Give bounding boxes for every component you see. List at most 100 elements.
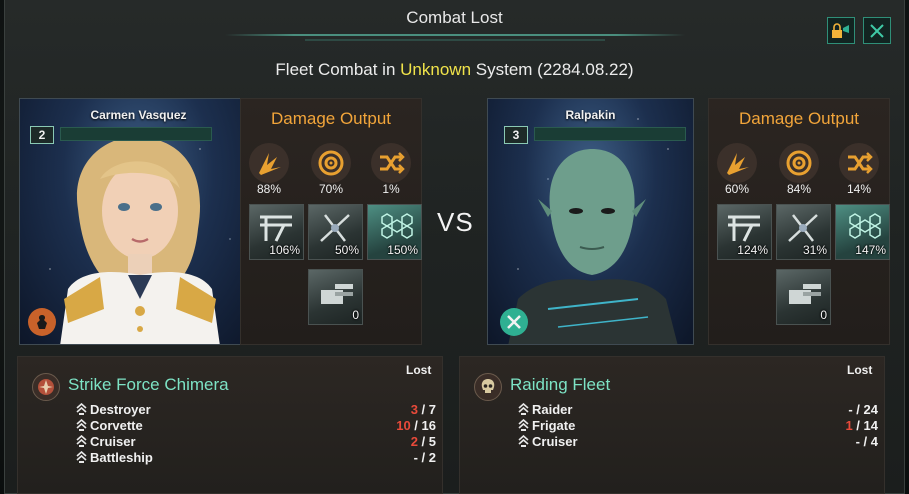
- lost-column-header: Lost: [406, 363, 432, 377]
- kinetic-weapon-tile[interactable]: 124%: [717, 204, 772, 260]
- ship-row: Cruiser 2 / 5: [76, 434, 436, 450]
- ship-loss-count: - / 2: [414, 450, 436, 465]
- fleet-name[interactable]: Raiding Fleet: [510, 375, 610, 395]
- turret-tile[interactable]: 0: [308, 269, 363, 325]
- subtitle-suffix: System (2284.08.22): [471, 60, 634, 79]
- kinetic-weapon-icon: [260, 215, 292, 242]
- kinetic-weapon-tile[interactable]: 106%: [249, 204, 304, 260]
- ship-class-name: Battleship: [90, 450, 153, 465]
- fleet-name[interactable]: Strike Force Chimera: [68, 375, 229, 395]
- right-xp-bar: [534, 127, 686, 141]
- close-icon: [870, 23, 884, 38]
- rank-chevron-icon: [518, 403, 529, 415]
- energy-weapon-tile[interactable]: 31%: [776, 204, 831, 260]
- ships-total: 14: [863, 418, 878, 433]
- ships-lost: 10: [396, 418, 411, 433]
- ships-lost: 2: [410, 434, 418, 449]
- hex-shield-pct: 150%: [387, 243, 418, 257]
- ship-row: Destroyer 3 / 7: [76, 402, 436, 418]
- ships-total: 5: [428, 434, 436, 449]
- close-button[interactable]: [863, 17, 891, 44]
- camera-lock-button[interactable]: [827, 17, 855, 44]
- turret-value: 0: [352, 308, 359, 322]
- ship-loss-count: 3 / 7: [411, 402, 436, 417]
- ship-loss-count: 10 / 16: [396, 418, 436, 433]
- system-name: Unknown: [400, 60, 472, 79]
- versus-label: VS: [437, 207, 474, 237]
- subtitle-prefix: Fleet Combat in: [275, 60, 401, 79]
- ships-total: 16: [421, 418, 436, 433]
- title-notch: [305, 36, 605, 41]
- turret-tile[interactable]: 0: [776, 269, 831, 325]
- ship-row: Battleship - / 2: [76, 450, 436, 466]
- left-damage-output-panel: Damage Output 88% 70% 1% 106% 50% 150% 0: [240, 98, 422, 345]
- ship-row: Frigate 1 / 14: [518, 418, 878, 434]
- damage-output-title: Damage Output: [270, 109, 391, 128]
- ships-total: 7: [428, 402, 436, 417]
- count-separator: /: [417, 434, 429, 449]
- ships-lost: 3: [410, 402, 418, 417]
- left-xp-bar: [60, 127, 212, 141]
- ships-total: 2: [428, 450, 436, 465]
- hex-shield-pct: 147%: [855, 243, 886, 257]
- shuffle-pct: 14%: [846, 182, 872, 196]
- right-leader-name: Ralpakin: [565, 108, 616, 122]
- hex-shield-tile[interactable]: 147%: [835, 204, 890, 260]
- crossed-swords-icon[interactable]: [500, 308, 528, 336]
- shuffle-icon[interactable]: [839, 143, 879, 183]
- target-pct: 84%: [786, 182, 812, 196]
- combat-result-window: Combat Lost Fleet Combat in Unknown Syst…: [4, 0, 905, 494]
- combat-subtitle: Fleet Combat in Unknown System (2284.08.…: [5, 60, 904, 80]
- ship-class-name: Corvette: [90, 418, 143, 433]
- window-title: Combat Lost: [406, 8, 503, 27]
- count-separator: /: [417, 402, 429, 417]
- ship-loss-count: 1 / 14: [845, 418, 878, 433]
- rank-chevron-icon: [76, 419, 87, 431]
- ship-class-name: Raider: [532, 402, 573, 417]
- explosion-icon[interactable]: [717, 143, 757, 183]
- target-pct: 70%: [318, 182, 344, 196]
- right-leader-portrait[interactable]: Ralpakin 3: [487, 98, 694, 345]
- ship-class-name: Cruiser: [90, 434, 136, 449]
- agent-trait-icon[interactable]: [28, 308, 56, 336]
- right-leader-level: 3: [504, 126, 528, 144]
- shuffle-icon[interactable]: [371, 143, 411, 183]
- count-separator: /: [859, 434, 871, 449]
- ship-class-name: Frigate: [532, 418, 576, 433]
- energy-weapon-icon: [320, 214, 350, 242]
- right-fleet-panel: Lost Raiding Fleet Raider - / 24 Frigate 1 …: [459, 356, 885, 494]
- hex-shield-tile[interactable]: 150%: [367, 204, 422, 260]
- skull-emblem-icon: [474, 373, 502, 401]
- turret-icon: [321, 284, 353, 304]
- kinetic-weapon-icon: [728, 215, 760, 242]
- ships-total: 24: [863, 402, 878, 417]
- energy-weapon-icon: [788, 214, 818, 242]
- target-icon[interactable]: [311, 143, 351, 183]
- ship-loss-count: - / 24: [848, 402, 878, 417]
- left-leader-portrait[interactable]: Carmen Vasquez 2: [19, 98, 258, 345]
- ships-total: 4: [870, 434, 878, 449]
- count-separator: /: [417, 450, 429, 465]
- turret-icon: [789, 284, 821, 304]
- title-bar: Combat Lost: [5, 0, 904, 42]
- target-icon[interactable]: [779, 143, 819, 183]
- shuffle-pct: 1%: [382, 182, 400, 196]
- lost-column-header: Lost: [847, 363, 873, 377]
- fleet-emblem-icon: [32, 373, 60, 401]
- left-leader-name: Carmen Vasquez: [90, 108, 187, 122]
- ship-class-name: Destroyer: [90, 402, 151, 417]
- ship-class-name: Cruiser: [532, 434, 578, 449]
- kinetic-weapon-pct: 106%: [269, 243, 300, 257]
- ships-lost: 1: [845, 418, 853, 433]
- explosion-icon[interactable]: [249, 143, 289, 183]
- ship-row: Raider - / 24: [518, 402, 878, 418]
- energy-weapon-pct: 31%: [802, 243, 827, 257]
- energy-weapon-tile[interactable]: 50%: [308, 204, 363, 260]
- ship-row: Corvette 10 / 16: [76, 418, 436, 434]
- hex-shield-icon: [381, 213, 413, 239]
- count-separator: /: [410, 418, 422, 433]
- energy-weapon-pct: 50%: [334, 243, 359, 257]
- camera-lock-icon: [832, 22, 849, 38]
- damage-output-title: Damage Output: [738, 109, 859, 128]
- left-leader-level: 2: [30, 126, 54, 144]
